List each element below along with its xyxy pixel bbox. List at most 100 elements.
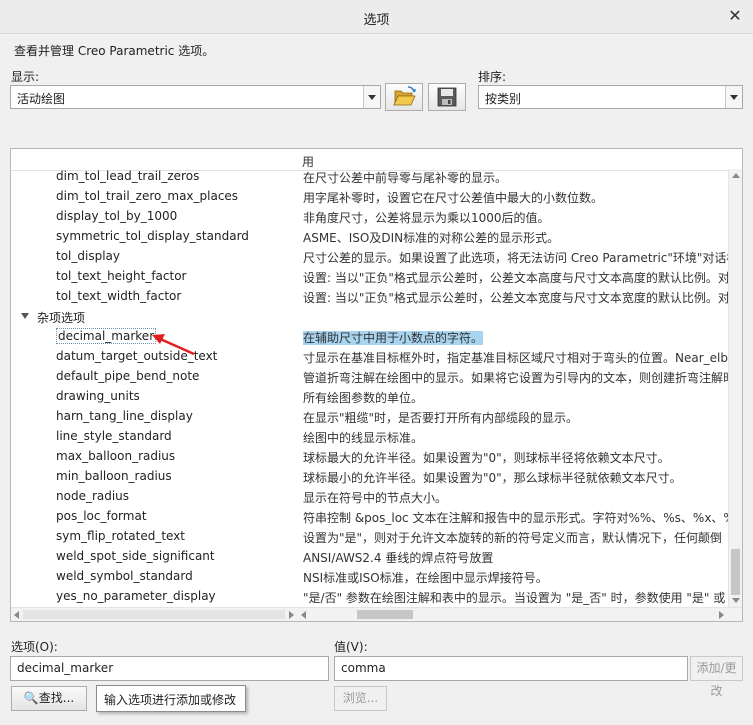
option-name: drawing_units <box>56 389 140 403</box>
option-name: harn_tang_line_display <box>56 409 193 423</box>
find-button[interactable]: 🔍查找... <box>11 686 87 711</box>
horizontal-scroll-thumb[interactable] <box>357 610 413 619</box>
option-description: 管道折弯注解在绘图中的显示。如果将它设置为引导内的文本，则创建折弯注解时 <box>301 369 728 386</box>
scroll-down-icon[interactable] <box>732 598 740 603</box>
tree-row[interactable]: sym_flip_rotated_text 设置为"是"，则对于允许文本旋转的新的… <box>11 527 728 547</box>
horizontal-scroll-thumb-left[interactable] <box>23 610 285 619</box>
option-description-text: 球标最大的允许半径。如果设置为"0"，则球标半径将依赖文本尺寸。 <box>303 451 670 465</box>
sort-label: 排序: <box>478 70 507 84</box>
tree-row[interactable]: decimal_marker 在辅助尺寸中用于小数点的字符。 <box>11 327 728 347</box>
save-button[interactable] <box>428 83 466 111</box>
save-disk-icon <box>437 87 457 107</box>
horizontal-scrollbar[interactable] <box>11 607 742 621</box>
tree-row[interactable]: tol_text_width_factor 设置: 当以"正负"格式显示公差时，公… <box>11 287 728 307</box>
add-change-button[interactable]: 添加/更改 <box>690 656 743 698</box>
option-name: dim_tol_lead_trail_zeros <box>56 169 200 183</box>
title-bar: 选项 ✕ <box>0 0 753 34</box>
tree-row[interactable]: line_style_standard 绘图中的线显示标准。 <box>11 427 728 447</box>
sort-value: 按类别 <box>485 92 522 106</box>
dialog-description: 查看并管理 Creo Parametric 选项。 <box>14 44 215 58</box>
tree-row[interactable]: harn_tang_line_display 在显示"粗缆"时，是否要打开所有内部… <box>11 407 728 427</box>
option-description-text: 在尺寸公差中前导零与尾补零的显示。 <box>303 171 508 185</box>
tree-row[interactable]: min_balloon_radius 球标最小的允许半径。如果设置为"0"，那么球… <box>11 467 728 487</box>
display-dropdown[interactable]: 活动绘图 <box>10 85 381 109</box>
option-description-text: 尺寸公差的显示。如果设置了此选项，将无法访问 Creo Parametric"环… <box>303 251 728 265</box>
open-file-button[interactable] <box>385 83 423 111</box>
folder-open-icon <box>393 86 416 106</box>
search-icon: 🔍 <box>23 691 39 705</box>
option-description-text: ASME、ISO及DIN标准的对称公差的显示形式。 <box>303 231 560 245</box>
tree-header-description: 用 <box>302 155 315 169</box>
option-description-text: 绘图中的线显示标准。 <box>303 431 424 445</box>
tree-row[interactable]: weld_symbol_standard NSI标准或ISO标准，在绘图中显示焊接… <box>11 567 728 587</box>
tree-row[interactable]: weld_spot_side_significant ANSI/AWS2.4 垂线… <box>11 547 728 567</box>
option-name: decimal_marker <box>56 328 157 344</box>
option-description: 设置为"是"，则对于允许文本旋转的新的符号定义而言，默认情况下，任何颠倒 <box>301 529 728 546</box>
display-label: 显示: <box>11 70 40 84</box>
tree-row[interactable]: yes_no_parameter_display "是/否" 参数在绘图注解和表中… <box>11 587 728 607</box>
value-field-label: 值(V): <box>334 640 368 654</box>
option-name: weld_spot_side_significant <box>56 549 215 563</box>
find-button-label: 查找... <box>38 691 75 705</box>
option-name: pos_loc_format <box>56 509 147 523</box>
scroll-right-icon[interactable] <box>719 611 724 619</box>
tree-rows: dim_tol_lead_trail_zeros 在尺寸公差中前导零与尾补零的显示… <box>11 169 728 607</box>
browse-button[interactable]: 浏览... <box>334 686 387 711</box>
vertical-scroll-thumb[interactable] <box>731 549 740 595</box>
option-name: sym_flip_rotated_text <box>56 529 186 543</box>
option-description-text: 球标最小的允许半径。如果设置为"0"，那么球标半径就依赖文本尺寸。 <box>303 471 682 485</box>
options-tree[interactable]: 用 dim_tol_lead_trail_zeros 在尺寸公差中前导零与尾补零的… <box>10 148 743 622</box>
option-description-text: 设置: 当以"正负"格式显示公差时，公差文本宽度与尺寸文本宽度的默认比例。对 <box>303 291 728 305</box>
option-description-text: ANSI/AWS2.4 垂线的焊点符号放置 <box>303 551 494 565</box>
value-input[interactable]: comma <box>334 656 688 681</box>
option-description-text: 在显示"粗缆"时，是否要打开所有内部缆段的显示。 <box>303 411 579 425</box>
option-description: 显示在符号中的节点大小。 <box>301 489 728 506</box>
option-name: yes_no_parameter_display <box>56 589 216 603</box>
expand-triangle-icon[interactable] <box>21 313 29 319</box>
scroll-left-icon[interactable] <box>301 611 306 619</box>
vertical-scrollbar[interactable] <box>728 169 742 607</box>
option-name: tol_display <box>56 249 120 263</box>
option-description: 设置: 当以"正负"格式显示公差时，公差文本宽度与尺寸文本宽度的默认比例。对 <box>301 289 728 306</box>
scroll-right-icon[interactable] <box>289 611 294 619</box>
option-name: min_balloon_radius <box>56 469 172 483</box>
option-description: NSI标准或ISO标准，在绘图中显示焊接符号。 <box>301 569 728 586</box>
tree-row[interactable]: datum_target_outside_text 寸显示在基准目标框外时，指定基… <box>11 347 728 367</box>
option-name: dim_tol_trail_zero_max_places <box>56 189 239 203</box>
option-description: 在显示"粗缆"时，是否要打开所有内部缆段的显示。 <box>301 409 728 426</box>
option-description: 用字尾补零时，设置它在尺寸公差值中最大的小数位数。 <box>301 189 728 206</box>
option-description: "是/否" 参数在绘图注解和表中的显示。当设置为 "是_否" 时，参数使用 "是… <box>301 589 728 606</box>
tree-row[interactable]: node_radius 显示在符号中的节点大小。 <box>11 487 728 507</box>
option-description: 球标最大的允许半径。如果设置为"0"，则球标半径将依赖文本尺寸。 <box>301 449 728 466</box>
option-description-text: 非角度尺寸，公差将显示为乘以1000后的值。 <box>303 211 550 225</box>
scroll-left-icon[interactable] <box>14 611 19 619</box>
tree-row[interactable]: pos_loc_format 符串控制 &pos_loc 文本在注解和报告中的显示… <box>11 507 728 527</box>
option-description: 所有绘图参数的单位。 <box>301 389 728 406</box>
scroll-up-icon[interactable] <box>732 173 740 178</box>
tree-row[interactable]: dim_tol_lead_trail_zeros 在尺寸公差中前导零与尾补零的显示… <box>11 169 728 187</box>
option-description: 在辅助尺寸中用于小数点的字符。 <box>301 329 728 346</box>
tree-group-row[interactable]: 杂项选项 <box>11 307 728 327</box>
close-icon[interactable]: ✕ <box>725 6 745 26</box>
tree-row[interactable]: dim_tol_trail_zero_max_places 用字尾补零时，设置它在… <box>11 187 728 207</box>
option-input[interactable]: decimal_marker <box>10 656 329 681</box>
option-description: ANSI/AWS2.4 垂线的焊点符号放置 <box>301 549 728 566</box>
tree-row[interactable]: default_pipe_bend_note 管道折弯注解在绘图中的显示。如果将它… <box>11 367 728 387</box>
tree-row[interactable]: max_balloon_radius 球标最大的允许半径。如果设置为"0"，则球标… <box>11 447 728 467</box>
option-description: 寸显示在基准目标框外时，指定基准目标区域尺寸相对于弯头的位置。Near_elb <box>301 349 728 366</box>
tree-row[interactable]: tol_display 尺寸公差的显示。如果设置了此选项，将无法访问 Creo P… <box>11 247 728 267</box>
option-description-text: 设置: 当以"正负"格式显示公差时，公差文本高度与尺寸文本高度的默认比例。对 <box>303 271 728 285</box>
tooltip: 输入选项进行添加或修改 <box>96 685 246 712</box>
tree-row[interactable]: display_tol_by_1000 非角度尺寸，公差将显示为乘以1000后的值… <box>11 207 728 227</box>
tree-row[interactable]: tol_text_height_factor 设置: 当以"正负"格式显示公差时，… <box>11 267 728 287</box>
tree-row[interactable]: drawing_units 所有绘图参数的单位。 <box>11 387 728 407</box>
tree-row[interactable]: symmetric_tol_display_standard ASME、ISO及D… <box>11 227 728 247</box>
annotation-arrow-icon <box>152 334 195 356</box>
chevron-down-icon[interactable] <box>363 86 380 108</box>
option-name: 杂项选项 <box>37 311 86 325</box>
window-title: 选项 <box>363 13 390 28</box>
sort-dropdown[interactable]: 按类别 <box>478 85 743 109</box>
option-name: default_pipe_bend_note <box>56 369 200 383</box>
option-description: 符串控制 &pos_loc 文本在注解和报告中的显示形式。字符对%%、%s、%x… <box>301 509 728 526</box>
chevron-down-icon[interactable] <box>725 86 742 108</box>
